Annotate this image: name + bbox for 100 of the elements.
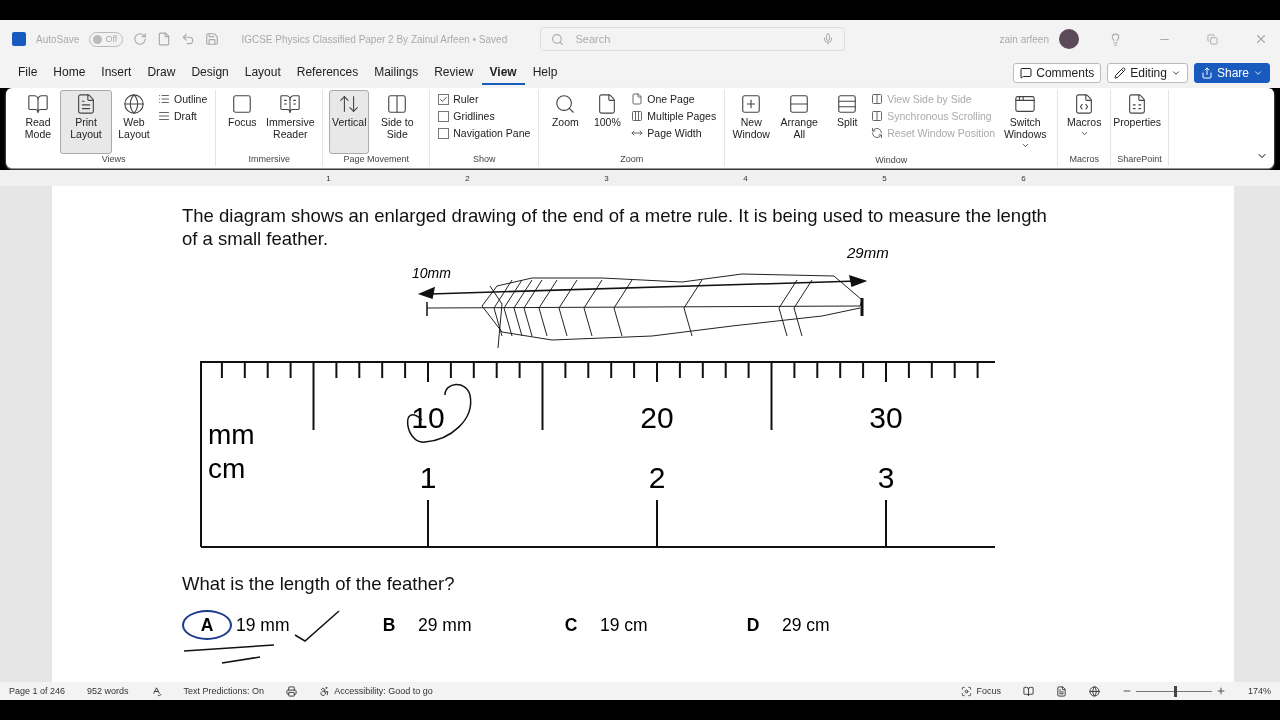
answer-option[interactable]: D 29 cm bbox=[728, 610, 910, 640]
ribbon-button[interactable]: Draft bbox=[156, 109, 210, 123]
unit-label: cm bbox=[208, 453, 246, 484]
side-by-side-icon bbox=[871, 93, 884, 105]
ribbon-button[interactable]: One Page bbox=[629, 92, 719, 106]
menu-tab[interactable]: Mailings bbox=[366, 61, 427, 85]
read-mode-icon[interactable] bbox=[1022, 685, 1034, 697]
menu-tab[interactable]: Layout bbox=[236, 61, 289, 85]
user-name: zain arfeen bbox=[999, 33, 1049, 45]
ribbon-button[interactable]: Split bbox=[827, 90, 868, 155]
globe-icon bbox=[123, 93, 145, 115]
ribbon-button[interactable]: Vertical bbox=[329, 90, 370, 154]
lightbulb-icon[interactable] bbox=[1109, 32, 1122, 46]
search-icon bbox=[554, 93, 577, 115]
check-icon bbox=[439, 94, 449, 104]
ribbon-button[interactable]: Focus bbox=[222, 90, 263, 154]
redo-icon[interactable] bbox=[133, 32, 148, 46]
editing-button[interactable]: Editing bbox=[1107, 63, 1188, 83]
close-icon[interactable] bbox=[1254, 32, 1268, 46]
menu-tab[interactable]: Draw bbox=[139, 61, 184, 85]
group-label: Window bbox=[874, 155, 909, 166]
menu-tab[interactable]: Help bbox=[524, 61, 566, 85]
proofing-icon[interactable] bbox=[150, 685, 162, 697]
web-layout-icon[interactable] bbox=[1088, 685, 1100, 697]
accessibility-status[interactable]: Accessibility: Good to go bbox=[319, 685, 433, 697]
undo-icon[interactable] bbox=[181, 32, 196, 46]
comments-button[interactable]: Comments bbox=[1013, 63, 1102, 83]
group-label: Page Movement bbox=[342, 154, 411, 166]
ribbon-button[interactable]: Page Width bbox=[629, 126, 719, 140]
list-icon bbox=[158, 93, 170, 105]
group-label: Zoom bbox=[619, 154, 645, 166]
answer-option[interactable]: B 29 mm bbox=[364, 610, 546, 640]
zoom-level: 174% bbox=[1247, 686, 1271, 696]
user-avatar bbox=[1059, 29, 1079, 49]
handwritten-loop-drawing bbox=[406, 383, 472, 443]
ribbon-button[interactable]: Zoom bbox=[545, 90, 586, 154]
text-predictions-status[interactable]: Text Predictions: On bbox=[183, 686, 265, 696]
scale-label: 20 bbox=[640, 401, 674, 434]
ribbon-button[interactable]: Side to Side bbox=[371, 90, 424, 154]
page-count: Page 1 of 246 bbox=[9, 686, 66, 696]
word-count: 952 words bbox=[87, 686, 129, 696]
group-label: Views bbox=[100, 154, 127, 166]
split-window-icon bbox=[836, 93, 859, 115]
ribbon-button[interactable]: Multiple Pages bbox=[629, 109, 719, 123]
page-icon bbox=[75, 93, 97, 115]
open-book-icon bbox=[27, 93, 49, 115]
caret-icon bbox=[1253, 68, 1263, 78]
menu-tab[interactable]: View bbox=[481, 61, 525, 85]
answer-option[interactable]: C 19 cm bbox=[546, 610, 728, 640]
ribbon-button[interactable]: Read Mode bbox=[18, 90, 58, 154]
handwritten-note: 10mm bbox=[412, 265, 451, 281]
share-icon bbox=[1200, 67, 1213, 79]
menu-tab[interactable]: Review bbox=[426, 61, 482, 85]
pages-icon bbox=[631, 110, 644, 122]
menu-tab[interactable]: File bbox=[10, 61, 46, 85]
group-label: Immersive bbox=[247, 154, 292, 166]
checkbox[interactable]: Ruler bbox=[436, 92, 533, 106]
restore-icon[interactable] bbox=[1207, 33, 1218, 45]
ribbon-button[interactable]: Arrange All bbox=[773, 90, 826, 155]
group-label: Macros bbox=[1068, 154, 1100, 166]
speech-bubble-icon bbox=[1020, 67, 1033, 79]
slider-thumb[interactable] bbox=[1174, 685, 1178, 697]
ribbon-button[interactable]: Switch Windows bbox=[999, 90, 1052, 155]
new-file-icon[interactable] bbox=[157, 32, 172, 46]
zoom-in-icon[interactable] bbox=[1215, 686, 1226, 696]
option-text: 19 cm bbox=[600, 614, 648, 636]
checkbox[interactable]: Gridlines bbox=[436, 109, 533, 123]
caret-icon bbox=[1170, 68, 1181, 78]
refresh-icon bbox=[871, 127, 884, 139]
up-down-arrow-icon bbox=[338, 93, 361, 115]
ribbon-button[interactable]: Immersive Reader bbox=[264, 90, 317, 154]
accessibility-icon bbox=[319, 685, 331, 697]
two-columns-icon bbox=[386, 93, 409, 115]
focus-button[interactable]: Focus bbox=[961, 685, 1001, 697]
scale-label: 3 bbox=[877, 461, 895, 494]
menu-tab[interactable]: Design bbox=[183, 61, 237, 85]
ribbon-button[interactable]: Web Layout bbox=[114, 90, 154, 154]
menu-tab[interactable]: References bbox=[288, 61, 367, 85]
save-icon[interactable] bbox=[205, 32, 220, 46]
stacked-windows-icon bbox=[788, 93, 811, 115]
scale-label: 1 bbox=[419, 461, 437, 494]
search-icon bbox=[550, 32, 564, 46]
menu-tab[interactable]: Insert bbox=[93, 61, 140, 85]
ribbon-button[interactable]: Outline bbox=[156, 92, 210, 106]
checkbox[interactable]: Navigation Pane bbox=[436, 126, 533, 140]
window-plus-icon bbox=[740, 93, 763, 115]
menu-tab[interactable]: Home bbox=[45, 61, 94, 85]
scale-label: 10 bbox=[411, 401, 445, 434]
option-text: 29 mm bbox=[418, 614, 472, 636]
ruler-number: 4 bbox=[742, 173, 749, 183]
share-button[interactable]: Share bbox=[1193, 63, 1270, 83]
answer-option[interactable]: A 19 mm bbox=[182, 607, 364, 643]
ribbon-button[interactable]: Macros bbox=[1064, 90, 1105, 154]
microphone-icon[interactable] bbox=[821, 33, 834, 45]
print-layout-icon[interactable] bbox=[1055, 685, 1067, 697]
unit-label: mm bbox=[208, 419, 255, 450]
word-logo-icon bbox=[12, 32, 26, 46]
ribbon-button[interactable]: Print Layout bbox=[60, 90, 112, 154]
ribbon-button[interactable]: New Window bbox=[731, 90, 772, 155]
ribbon-button[interactable]: 100% bbox=[587, 90, 628, 154]
